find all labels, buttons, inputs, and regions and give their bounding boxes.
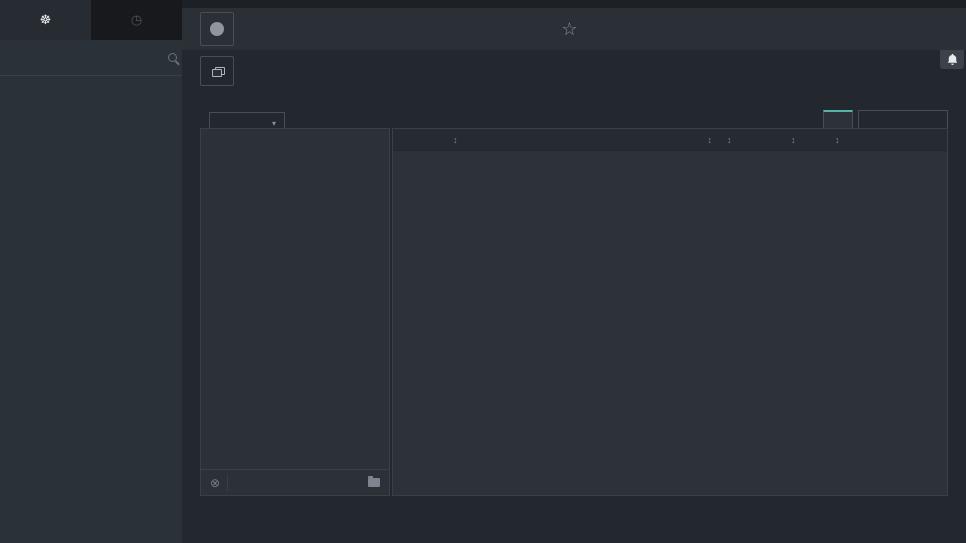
page-title: ☆	[561, 19, 586, 40]
search-input[interactable]	[13, 51, 168, 65]
main-header: ☆	[182, 8, 966, 50]
main-area: ☆ ▾ ⊗	[182, 0, 966, 543]
header-mode[interactable]: ↕	[791, 135, 835, 145]
header-name[interactable]: ↕	[451, 135, 651, 145]
sort-icon[interactable]: ↕	[791, 135, 796, 145]
sidebar-search	[0, 40, 182, 76]
tree-filter-input[interactable]	[227, 475, 361, 491]
webmin-logo-icon: ☸	[40, 13, 52, 27]
sidebar-menu	[0, 76, 182, 86]
search-icon[interactable]	[168, 53, 177, 62]
notifications-button[interactable]	[940, 50, 964, 69]
star-outline-icon[interactable]: ☆	[561, 19, 577, 40]
header-owner[interactable]: ↕	[727, 135, 791, 145]
help-button[interactable]	[200, 12, 234, 46]
tree-filter-bar: ⊗	[201, 469, 389, 495]
tab-webmin[interactable]: ☸	[0, 0, 91, 40]
sort-icon[interactable]: ↕	[727, 135, 732, 145]
header-size[interactable]: ↕	[651, 135, 727, 145]
bell-icon	[946, 53, 959, 66]
clear-filter-icon[interactable]: ⊗	[210, 477, 220, 489]
sidebar: ☸ ◷	[0, 0, 182, 543]
help-icon	[210, 22, 224, 36]
filemanager-content: ▾ ⊗ ↕ ↕	[182, 50, 966, 543]
folder-icon[interactable]	[368, 478, 380, 487]
chevron-down-icon: ▾	[272, 119, 276, 128]
file-table-panel: ↕ ↕ ↕ ↕ ↕	[392, 128, 948, 496]
sort-icon[interactable]: ↕	[835, 135, 840, 145]
tab-dashboard[interactable]: ◷	[91, 0, 182, 40]
top-strip	[182, 0, 966, 8]
directory-tree-panel: ⊗	[200, 128, 390, 496]
directory-tree	[201, 129, 389, 469]
sort-icon[interactable]: ↕	[453, 135, 458, 145]
header-modified[interactable]: ↕	[835, 135, 947, 145]
table-header: ↕ ↕ ↕ ↕ ↕	[393, 129, 947, 151]
dashboard-gauge-icon: ◷	[131, 13, 142, 27]
paste-buffer-button[interactable]	[200, 56, 234, 86]
copy-windows-icon	[212, 67, 223, 76]
logo-tabs: ☸ ◷	[0, 0, 182, 40]
sort-icon[interactable]: ↕	[708, 135, 713, 145]
table-body	[393, 151, 947, 495]
